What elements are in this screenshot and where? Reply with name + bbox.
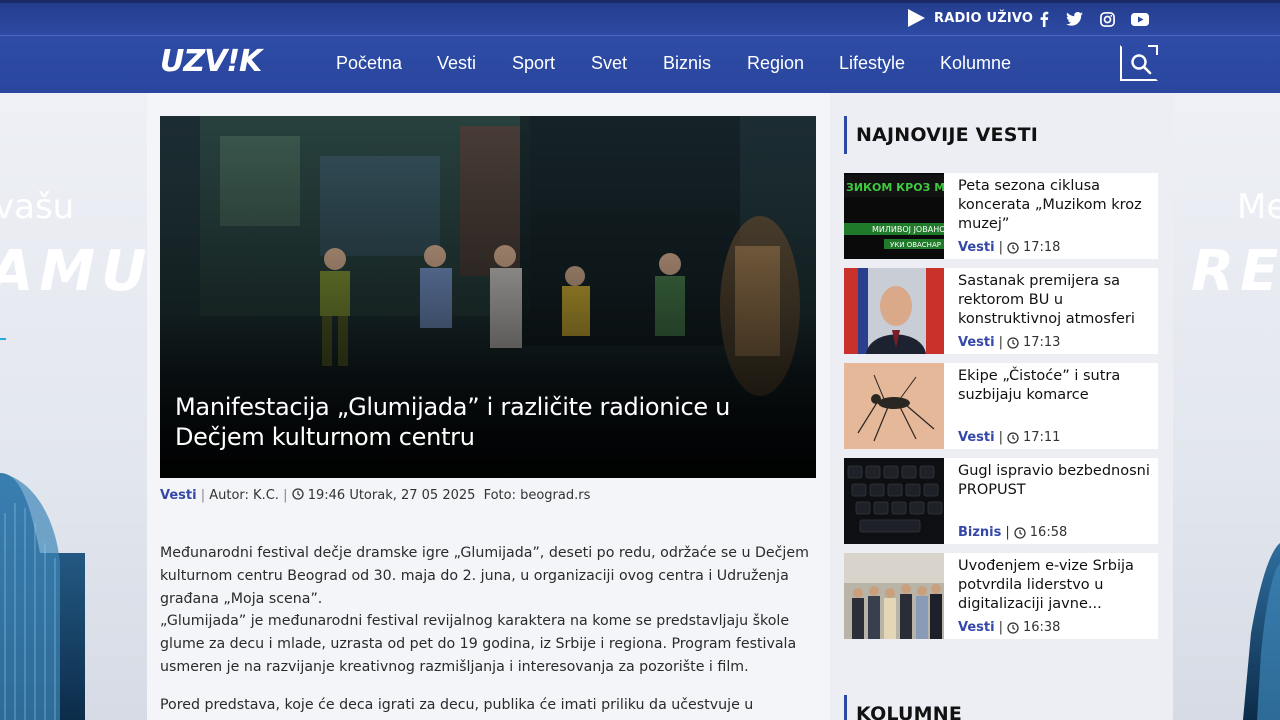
clock-icon bbox=[1014, 526, 1026, 539]
twitter-icon[interactable] bbox=[1064, 10, 1084, 28]
radio-live-link[interactable]: RADIO UŽIVO bbox=[906, 8, 1033, 28]
news-meta: Vesti | 16:38 bbox=[958, 620, 1060, 635]
news-category[interactable]: Vesti bbox=[958, 240, 995, 255]
search-icon bbox=[1131, 54, 1152, 75]
nav-pocetna[interactable]: Početna bbox=[336, 53, 402, 74]
clock-icon bbox=[1007, 431, 1019, 444]
nav-lifestyle[interactable]: Lifestyle bbox=[839, 53, 905, 74]
article-paragraph: Pored predstava, koje će deca igrati za … bbox=[160, 696, 754, 713]
article-time: 19:46 Utorak, 27 05 2025 bbox=[307, 488, 476, 503]
poster-line: УКИ ОВАСНАР bbox=[890, 241, 941, 249]
latest-news-heading: NAJNOVIJE VESTI bbox=[844, 116, 1038, 154]
article-author: Autor: K.C. bbox=[209, 488, 279, 503]
article-body: Međunarodni festival dečje dramske igre … bbox=[160, 542, 816, 717]
nav-sport[interactable]: Sport bbox=[512, 53, 555, 74]
news-meta: Vesti | 17:11 bbox=[958, 430, 1060, 445]
article-meta: Vesti | Autor: K.C. | 19:46 Utorak, 27 0… bbox=[160, 488, 590, 503]
logo-text-right: K bbox=[239, 44, 262, 79]
search-button[interactable] bbox=[1120, 45, 1158, 81]
sidebar: NAJNOVIJE VESTI ЗИКОМ КРОЗ МУЗ МИЛИВОЈ Ј… bbox=[830, 93, 1173, 720]
article-paragraph: Međunarodni festival dečje dramske igre … bbox=[160, 545, 809, 607]
news-category[interactable]: Vesti bbox=[958, 430, 995, 445]
news-time: 16:38 bbox=[1022, 620, 1061, 635]
meta-separator: | bbox=[283, 488, 292, 503]
news-item[interactable]: Sastanak premijera sa rektorom BU u kons… bbox=[844, 268, 1158, 354]
news-time: 16:58 bbox=[1029, 525, 1068, 540]
hero-article[interactable]: Manifestacija „Glumijada” i različite ra… bbox=[160, 116, 816, 478]
ad-left-text: vašu bbox=[0, 187, 75, 227]
news-category[interactable]: Biznis bbox=[958, 525, 1001, 540]
clock-icon bbox=[1007, 621, 1019, 634]
columns-heading: KOLUMNE bbox=[844, 695, 962, 720]
nav-svet[interactable]: Svet bbox=[591, 53, 627, 74]
facebook-icon[interactable] bbox=[1034, 10, 1054, 28]
news-thumbnail[interactable] bbox=[844, 458, 944, 544]
news-item[interactable]: ЗИКОМ КРОЗ МУЗ МИЛИВОЈ ЈОВАНОВ УКИ ОВАСН… bbox=[844, 173, 1158, 259]
advertisement-right[interactable]: Me RE bbox=[1173, 93, 1280, 720]
meta-separator: | bbox=[998, 620, 1003, 635]
article-category[interactable]: Vesti bbox=[160, 488, 197, 503]
ad-right-headline: RE bbox=[1191, 239, 1280, 304]
news-item[interactable]: Uvođenjem e-vize Srbija potvrdila liders… bbox=[844, 553, 1158, 639]
news-title[interactable]: Sastanak premijera sa rektorom BU u kons… bbox=[958, 272, 1153, 329]
news-thumbnail[interactable]: ЗИКОМ КРОЗ МУЗ МИЛИВОЈ ЈОВАНОВ УКИ ОВАСН… bbox=[844, 173, 944, 259]
nav-vesti[interactable]: Vesti bbox=[437, 53, 476, 74]
news-meta: Vesti | 17:18 bbox=[958, 240, 1060, 255]
clock-icon bbox=[1007, 241, 1019, 254]
nav-biznis[interactable]: Biznis bbox=[663, 53, 711, 74]
hero-title[interactable]: Manifestacija „Glumijada” i različite ra… bbox=[175, 392, 805, 452]
site-logo[interactable]: UZV!K bbox=[160, 44, 262, 79]
news-title[interactable]: Uvođenjem e-vize Srbija potvrdila liders… bbox=[958, 557, 1153, 614]
nav-kolumne[interactable]: Kolumne bbox=[940, 53, 1011, 74]
logo-mark: ! bbox=[226, 44, 240, 79]
play-icon bbox=[908, 9, 925, 27]
article-photo-credit: Foto: beograd.rs bbox=[483, 488, 591, 503]
news-item[interactable]: Ekipe „Čistoće” i sutra suzbijaju komarc… bbox=[844, 363, 1158, 449]
advertisement-left[interactable]: vašu AMU bbox=[0, 93, 147, 720]
youtube-icon[interactable] bbox=[1130, 10, 1150, 28]
clock-icon bbox=[291, 488, 304, 500]
meta-separator: | bbox=[998, 240, 1003, 255]
nav-region[interactable]: Region bbox=[747, 53, 804, 74]
news-thumbnail[interactable] bbox=[844, 268, 944, 354]
ad-right-text: Me bbox=[1237, 187, 1280, 227]
news-thumbnail[interactable] bbox=[844, 363, 944, 449]
news-time: 17:11 bbox=[1022, 430, 1061, 445]
news-title[interactable]: Ekipe „Čistoće” i sutra suzbijaju komarc… bbox=[958, 367, 1153, 405]
news-meta: Biznis | 16:58 bbox=[958, 525, 1067, 540]
news-time: 17:18 bbox=[1022, 240, 1061, 255]
news-category[interactable]: Vesti bbox=[958, 335, 995, 350]
poster-line: ЗИКОМ КРОЗ МУЗ bbox=[846, 181, 944, 194]
meta-separator: | bbox=[200, 488, 210, 503]
meta-separator: | bbox=[998, 335, 1003, 350]
main-content: Manifestacija „Glumijada” i različite ra… bbox=[147, 93, 830, 720]
news-category[interactable]: Vesti bbox=[958, 620, 995, 635]
news-item[interactable]: Gugl ispravio bezbednosni PROPUST Biznis… bbox=[844, 458, 1158, 544]
top-bar: RADIO UŽIVO bbox=[0, 0, 1280, 35]
article-paragraph: „Glumijada” je međunarodni festival revi… bbox=[160, 613, 797, 675]
clock-icon bbox=[1007, 336, 1019, 349]
news-title[interactable]: Peta sezona ciklusa koncerata „Muzikom k… bbox=[958, 177, 1153, 234]
poster-line: МИЛИВОЈ ЈОВАНОВ bbox=[872, 225, 944, 234]
news-time: 17:13 bbox=[1022, 335, 1061, 350]
radio-live-label: RADIO UŽIVO bbox=[934, 10, 1034, 26]
news-title[interactable]: Gugl ispravio bezbednosni PROPUST bbox=[958, 462, 1153, 500]
main-navigation: UZV!K Početna Vesti Sport Svet Biznis Re… bbox=[0, 35, 1280, 93]
news-thumbnail[interactable] bbox=[844, 553, 944, 639]
meta-separator: | bbox=[998, 430, 1003, 445]
ad-left-headline: AMU bbox=[0, 239, 147, 304]
meta-separator: | bbox=[1005, 525, 1010, 540]
logo-text-left: UZV bbox=[160, 44, 227, 79]
news-meta: Vesti | 17:13 bbox=[958, 335, 1060, 350]
instagram-icon[interactable] bbox=[1097, 10, 1117, 28]
